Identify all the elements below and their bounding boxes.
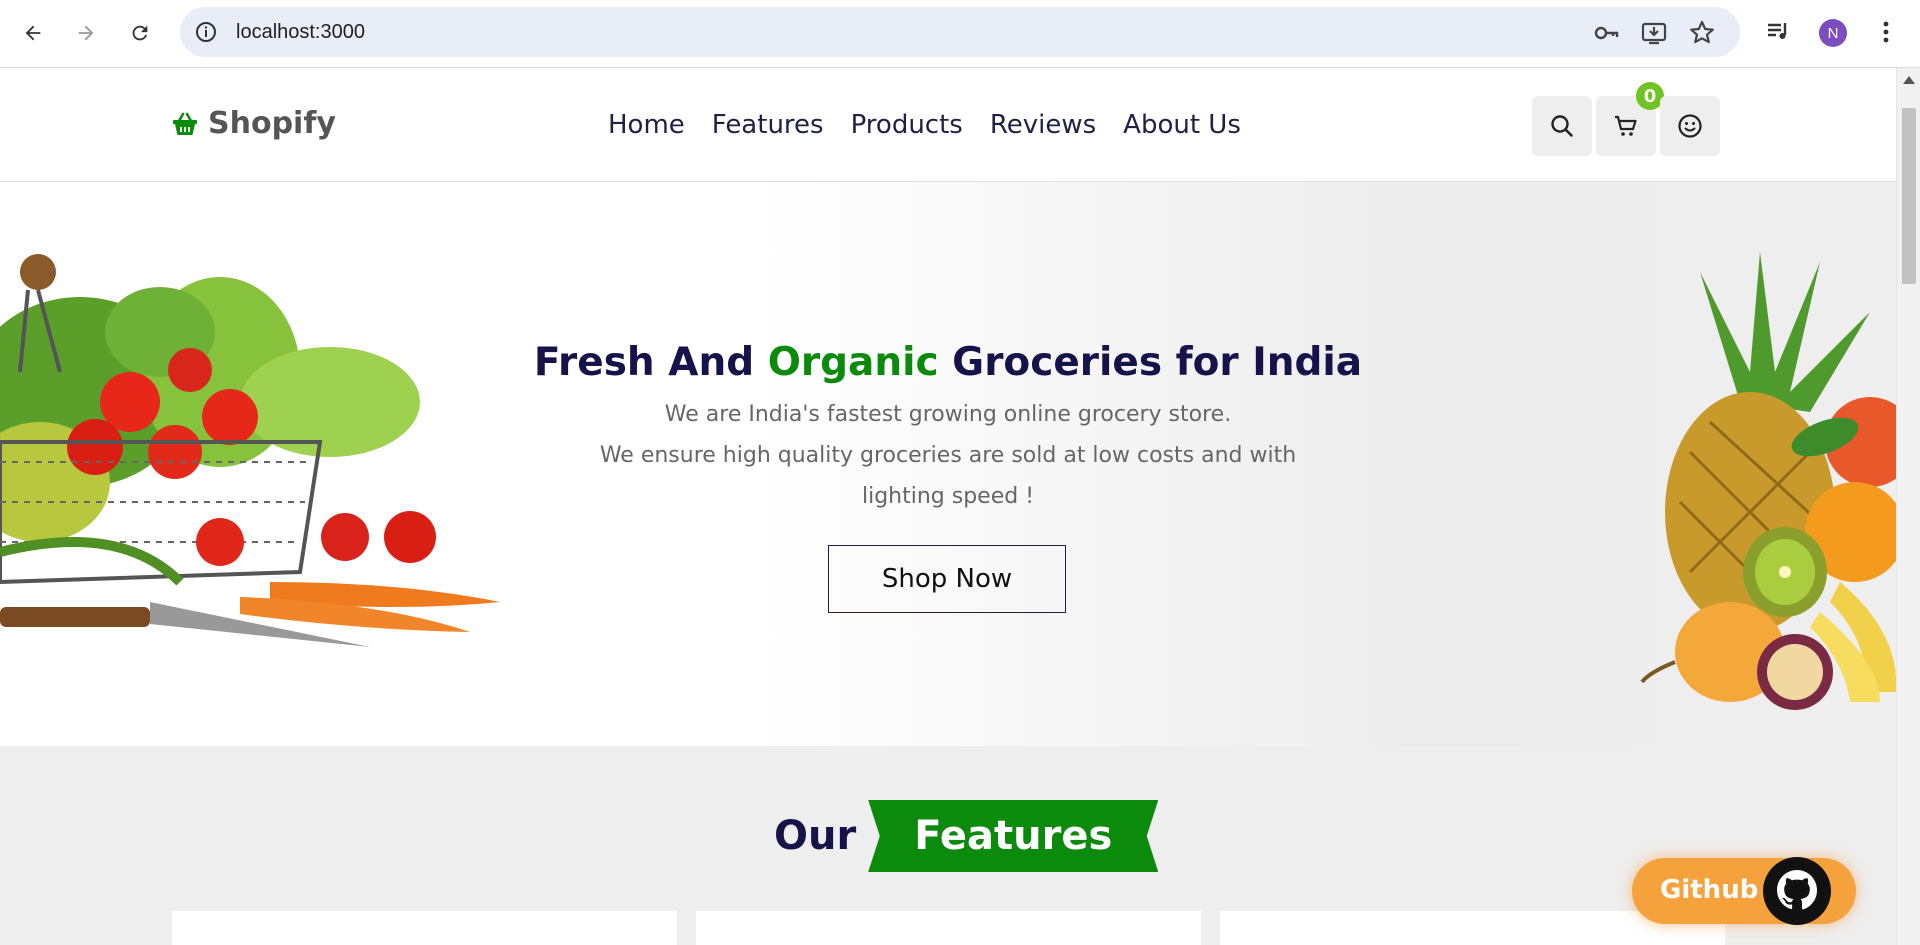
logo[interactable]: Shopify — [172, 106, 336, 141]
nav-home[interactable]: Home — [608, 110, 685, 140]
scrollbar-thumb[interactable] — [1902, 108, 1916, 284]
hero-title-part2: Groceries for India — [938, 340, 1363, 385]
install-app-icon[interactable] — [1640, 19, 1668, 47]
hero-subtitle: We are India's fastest growing online gr… — [580, 394, 1316, 517]
kebab-menu-icon[interactable] — [1872, 18, 1900, 46]
back-arrow-icon[interactable] — [17, 17, 49, 49]
nav-reviews[interactable]: Reviews — [990, 110, 1096, 140]
scroll-up-arrow-icon[interactable] — [1903, 76, 1915, 84]
forward-arrow-icon[interactable] — [70, 17, 102, 49]
url-text[interactable]: localhost:3000 — [236, 21, 365, 44]
features-heading-prefix: Our — [774, 813, 857, 859]
features-heading: Our Features — [774, 800, 1159, 872]
smiley-icon — [1678, 114, 1702, 138]
shop-now-button[interactable]: Shop Now — [828, 545, 1066, 613]
nav-about-us[interactable]: About Us — [1123, 110, 1241, 140]
logo-text: Shopify — [208, 106, 336, 141]
hero-title: Fresh And Organic Groceries for India — [0, 340, 1896, 385]
site-header: Shopify Home Features Products Reviews A… — [0, 68, 1896, 182]
address-bar[interactable]: localhost:3000 — [180, 7, 1740, 57]
reload-icon[interactable] — [124, 17, 156, 49]
nav-features[interactable]: Features — [712, 110, 824, 140]
nav-products[interactable]: Products — [851, 110, 963, 140]
hero-section: Fresh And Organic Groceries for India We… — [0, 182, 1896, 746]
features-heading-ribbon-text: Features — [914, 813, 1113, 859]
features-ribbon: Features — [868, 800, 1159, 872]
cart-icon — [1615, 115, 1637, 136]
page-scrollbar[interactable] — [1896, 68, 1920, 945]
hero-subtitle-line1: We are India's fastest growing online gr… — [664, 402, 1232, 427]
page-viewport: Shopify Home Features Products Reviews A… — [0, 68, 1896, 945]
github-button[interactable]: Github — [1632, 857, 1856, 925]
feature-card — [172, 911, 677, 945]
media-control-icon[interactable] — [1764, 18, 1792, 46]
search-icon — [1551, 115, 1573, 137]
hero-title-highlight: Organic — [767, 340, 939, 385]
star-icon[interactable] — [1688, 19, 1716, 47]
info-icon[interactable] — [194, 20, 218, 44]
key-icon[interactable] — [1592, 19, 1620, 47]
hero-subtitle-line2: We ensure high quality groceries are sol… — [599, 443, 1297, 509]
features-section: Our Features — [0, 746, 1896, 945]
github-label: Github — [1660, 875, 1759, 905]
vegetable-basket-image — [0, 254, 500, 647]
main-nav: Home Features Products Reviews About Us — [608, 110, 1241, 140]
basket-icon — [173, 112, 197, 135]
feature-card — [696, 911, 1201, 945]
hero-title-part1: Fresh And — [533, 340, 768, 385]
github-icon — [1763, 857, 1831, 925]
browser-toolbar: localhost:3000 N — [0, 0, 1920, 68]
fruit-pile-image — [1640, 252, 1896, 710]
search-button[interactable] — [1532, 96, 1592, 156]
profile-avatar[interactable]: N — [1819, 19, 1847, 47]
account-button[interactable] — [1660, 96, 1720, 156]
